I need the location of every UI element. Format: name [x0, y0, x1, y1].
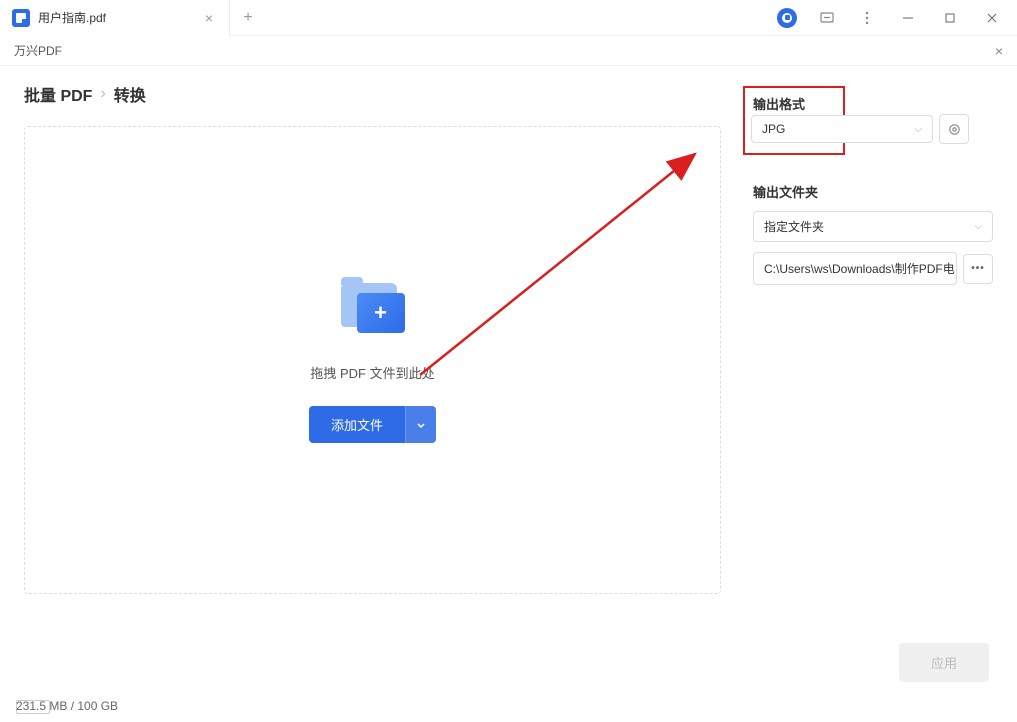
output-format-value: JPG	[762, 122, 785, 136]
add-file-dropdown[interactable]	[405, 406, 436, 443]
more-menu-icon[interactable]	[851, 2, 883, 34]
chevron-right-icon: ›	[100, 85, 105, 103]
title-bar-right	[771, 2, 1017, 34]
output-folder-label: 输出文件夹	[753, 182, 993, 201]
folder-add-icon: +	[341, 277, 405, 333]
chevron-down-icon: ⌵	[914, 124, 922, 135]
output-format-select[interactable]: JPG ⌵	[751, 115, 933, 143]
comment-icon[interactable]	[811, 2, 843, 34]
breadcrumb-current: 转换	[114, 82, 146, 106]
document-tab[interactable]: 用户指南.pdf ×	[0, 0, 230, 36]
left-panel: 批量 PDF › 转换 + 拖拽 PDF 文件到此处 添加文件	[24, 82, 721, 610]
storage-text: 231.5 MB / 100 GB	[16, 699, 118, 713]
output-folder-mode-select[interactable]: 指定文件夹 ⌵	[753, 211, 993, 242]
chevron-down-icon: ⌵	[974, 221, 982, 232]
drop-zone-text: 拖拽 PDF 文件到此处	[310, 363, 434, 382]
tab-close-icon[interactable]: ×	[201, 10, 217, 26]
tab-title: 用户指南.pdf	[38, 9, 201, 26]
drop-zone[interactable]: + 拖拽 PDF 文件到此处 添加文件	[24, 126, 721, 594]
output-folder-path: C:\Users\ws\Downloads\制作PDF电	[753, 252, 957, 285]
dialog-footer: 应用	[899, 643, 989, 682]
app-logo-icon[interactable]	[771, 2, 803, 34]
title-bar: 用户指南.pdf × +	[0, 0, 1017, 36]
dialog-close-icon[interactable]: ×	[995, 43, 1003, 59]
add-file-button[interactable]: 添加文件	[309, 406, 405, 443]
browse-folder-button[interactable]: •••	[963, 254, 993, 284]
dialog-header: 万兴PDF ×	[0, 36, 1017, 66]
dialog-title: 万兴PDF	[14, 42, 62, 59]
breadcrumb-root[interactable]: 批量 PDF	[24, 82, 92, 106]
maximize-button[interactable]	[933, 4, 967, 32]
output-format-label: 输出格式	[753, 94, 835, 113]
minimize-button[interactable]	[891, 4, 925, 32]
breadcrumb: 批量 PDF › 转换	[24, 82, 721, 106]
add-file-button-group: 添加文件	[309, 406, 436, 443]
new-tab-button[interactable]: +	[230, 9, 266, 27]
close-button[interactable]	[975, 4, 1009, 32]
output-folder-mode: 指定文件夹	[764, 218, 824, 235]
content-area: 批量 PDF › 转换 + 拖拽 PDF 文件到此处 添加文件 输出格式	[0, 66, 1017, 610]
apply-button[interactable]: 应用	[899, 643, 989, 682]
format-settings-button[interactable]	[939, 114, 969, 144]
right-panel: 输出格式 JPG ⌵ 输出文件夹 指定文件夹 ⌵ C:\Users\ws\	[721, 82, 993, 610]
pdf-icon	[12, 9, 30, 27]
